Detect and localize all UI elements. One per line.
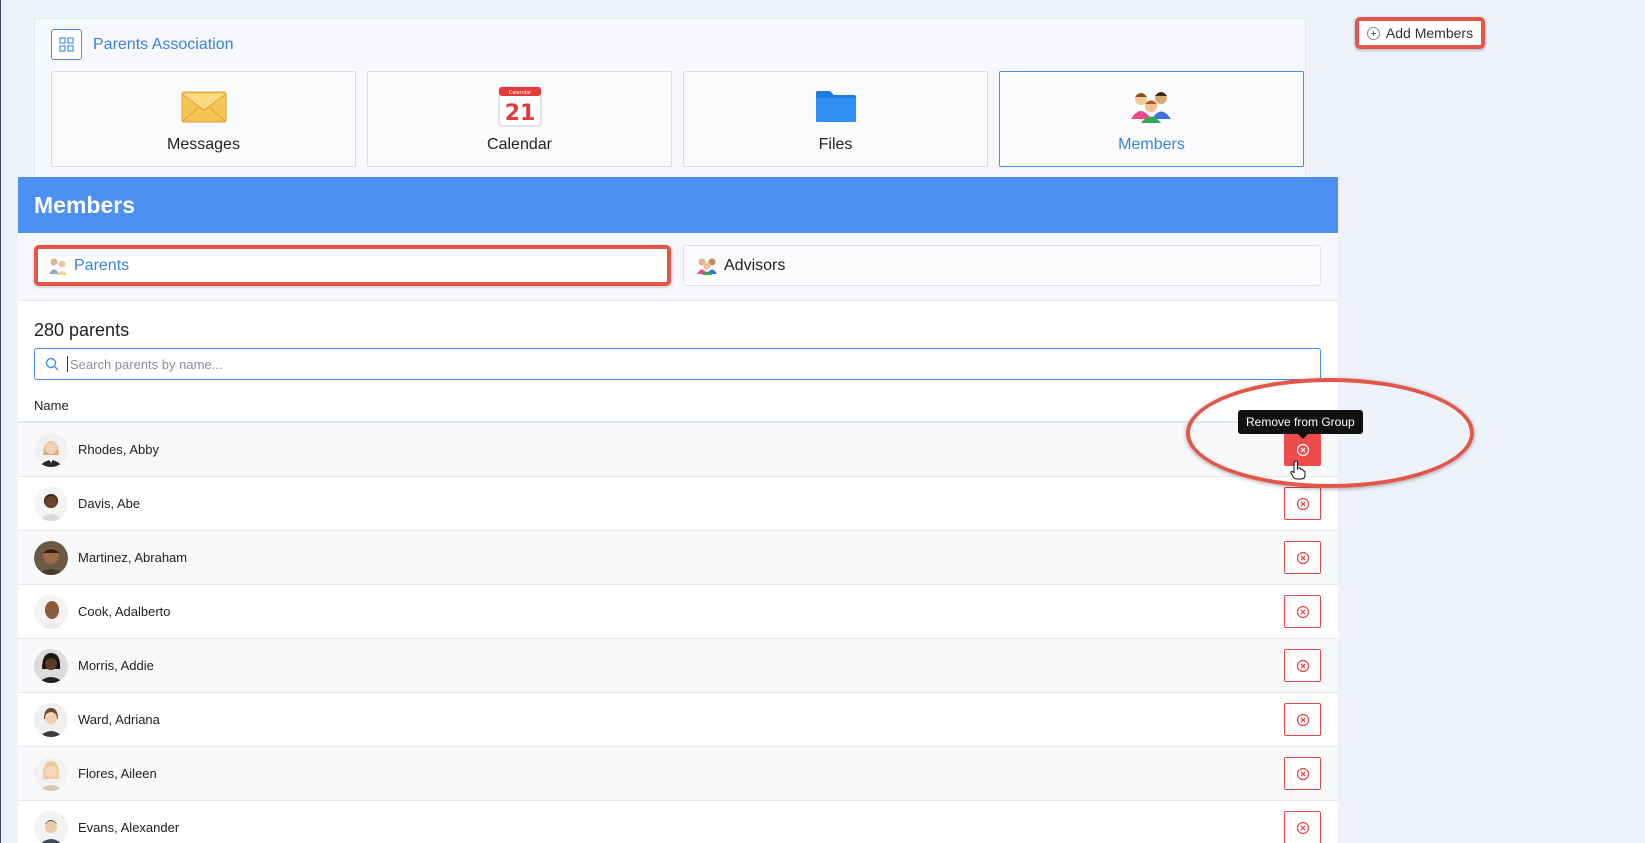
remove-circle-icon [1296,605,1309,618]
hand-cursor-icon [1290,460,1306,480]
table-row[interactable]: Davis, Abe [18,477,1338,531]
remove-circle-icon [1296,659,1309,672]
tile-calendar[interactable]: Calendar 21 Calendar [367,71,672,167]
grid-menu-button[interactable] [51,29,82,60]
avatar [34,702,68,737]
avatar [34,432,68,467]
add-members-label: Add Members [1385,25,1474,41]
member-name: Evans, Alexander [78,820,180,835]
table-row[interactable]: Rhodes, Abby [18,423,1338,477]
remove-member-button[interactable] [1284,487,1321,520]
parents-icon [49,258,67,275]
remove-member-button[interactable] [1284,703,1321,736]
tile-label-files: Files [818,136,853,153]
tab-parents-label: Parents [74,256,130,274]
add-members-button[interactable]: Add Members [1355,17,1485,49]
column-header-name[interactable]: Name [18,390,1338,423]
calendar-header-text: Calendar [508,90,531,96]
remove-tooltip: Remove from Group [1238,410,1363,439]
member-name: Rhodes, Abby [78,442,159,457]
remove-circle-icon [1296,551,1309,564]
remove-circle-icon [1296,767,1309,780]
member-count: 280 parents [34,320,130,340]
table-row[interactable]: Ward, Adriana [18,693,1338,747]
tile-label-messages: Messages [167,136,240,153]
member-tabs: Parents Advisors [18,233,1338,301]
window-edge [0,0,1,843]
table-row[interactable]: Morris, Addie [18,639,1338,693]
member-name: Cook, Adalberto [78,604,171,619]
avatar [34,486,68,521]
remove-circle-icon [1296,713,1309,726]
tile-members[interactable]: Members [999,71,1304,167]
search-input[interactable] [70,356,1270,372]
text-caret [67,356,68,372]
tab-advisors-label: Advisors [724,256,786,274]
tile-label-members: Members [1118,136,1185,153]
member-name: Ward, Adriana [78,712,160,727]
member-name: Davis, Abe [78,496,141,511]
calendar-day-text: 21 [504,101,535,126]
tile-label-calendar: Calendar [487,136,552,153]
members-list: Rhodes, Abby Davis, Abe Martinez, Abraha… [18,423,1338,843]
avatar [34,756,68,791]
remove-member-button[interactable] [1284,649,1321,682]
group-card: Parents Association Messages Calendar 21 [34,18,1306,178]
group-title[interactable]: Parents Association [93,36,234,54]
table-row[interactable]: Flores, Aileen [18,747,1338,801]
remove-circle-icon [1296,821,1309,834]
tile-messages[interactable]: Messages [51,71,356,167]
tab-advisors[interactable]: Advisors [683,245,1321,286]
envelope-icon [181,91,226,123]
avatar [34,540,68,575]
remove-circle-icon [1296,497,1309,510]
group-header: Parents Association [51,29,234,60]
table-row[interactable]: Cook, Adalberto [18,585,1338,639]
avatar [34,810,68,843]
avatar [34,648,68,683]
member-name: Morris, Addie [78,658,154,673]
people-icon [1130,92,1171,123]
calendar-icon: Calendar 21 [498,86,541,127]
feature-tiles: Messages Calendar 21 Calendar Files Memb… [51,71,1304,167]
table-row[interactable]: Martinez, Abraham [18,531,1338,585]
search-field[interactable] [34,348,1321,380]
member-name: Flores, Aileen [78,766,157,781]
member-name: Martinez, Abraham [78,550,188,565]
tab-parents[interactable]: Parents [34,245,671,286]
tile-files[interactable]: Files [683,71,988,167]
grid-icon [59,37,74,52]
remove-member-button[interactable] [1284,811,1321,843]
advisors-icon [697,258,717,275]
remove-member-button[interactable] [1284,541,1321,574]
remove-member-button[interactable] [1284,595,1321,628]
table-row[interactable]: Evans, Alexander [18,801,1338,843]
avatar [34,594,68,629]
remove-member-button[interactable] [1284,757,1321,790]
members-panel: Members Parents Advisors 280 parents Sea… [18,177,1338,843]
members-header: Members [18,177,1338,233]
plus-circle-icon [1366,26,1380,40]
folder-icon [815,91,856,122]
search-icon [45,357,59,371]
